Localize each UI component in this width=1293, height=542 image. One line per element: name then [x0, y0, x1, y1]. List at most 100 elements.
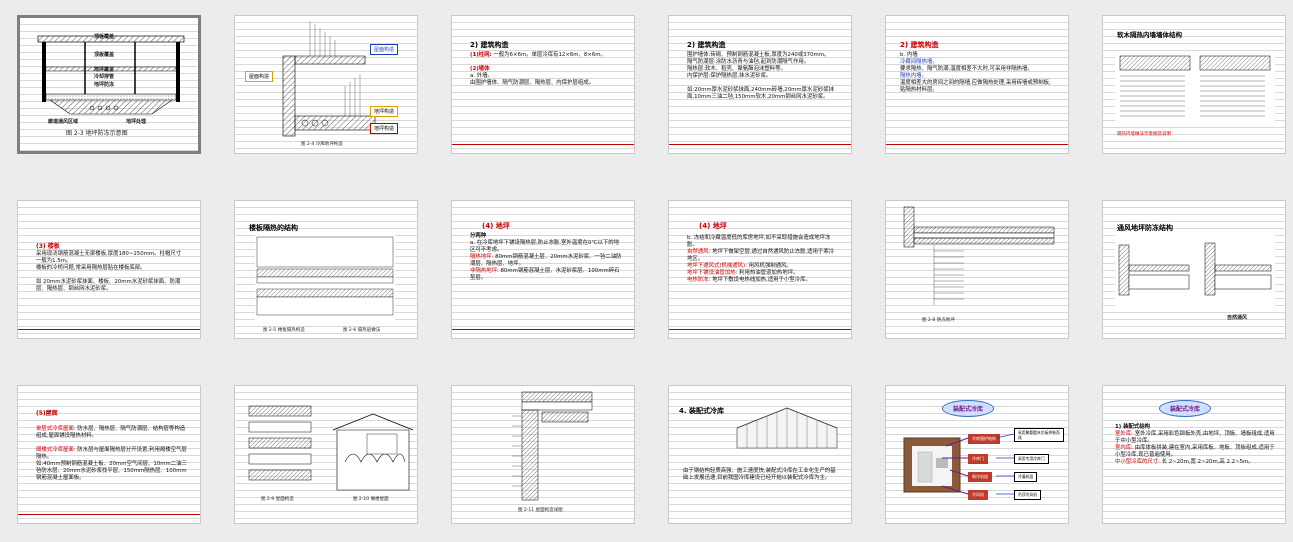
callout-roof-left: 屋面构造 [245, 71, 274, 82]
slide-note: 隔热内墙做法示意图及说明 [1117, 132, 1171, 137]
figure-caption-1: 图 2-5 楼板隔热构造 [263, 328, 305, 333]
svg-text:.: . [313, 19, 314, 23]
slide-thumbnail-9[interactable]: (4) 地坪 分两种 a. 在冷库地坪下铺设隔热层,防止冻胀,室外温度在0℃以下… [451, 200, 635, 339]
slide-thumbnail-4[interactable]: 2) 建筑构造 围护墙体:砖砌、预制钢筋混凝土板,厚度为240或370mm。 隔… [668, 15, 852, 154]
diagram-label-roof: 顶板覆盖 [94, 52, 115, 58]
prefab-warehouse-illustration [736, 407, 838, 449]
component-desc-3: 冷凝机组 [1014, 472, 1038, 482]
body-text-3: 如 20mm水泥砂浆抹面、楼板、20mm水泥砂浆抹面、防潮层、隔热层、钢丝网水泥… [36, 279, 181, 292]
slide-thumbnail-17[interactable]: 装配式冷库 冷库围护结构 冷库门 制冷机组 冷风机 采用聚氨酯夹芯板拼装而成 采… [885, 385, 1069, 524]
slide-thumbnail-1[interactable]: 顶板覆盖 顶板覆盖 冷却排管 地坪防冻 地坪覆盖 廊道通风区域 地坪处理 图 2… [17, 15, 201, 154]
slide-heading: 2) 建筑构造 [470, 41, 509, 49]
body-text-1: 室外冷库,采用彩色钢板外壳,由地坪、顶板、墙板组成,适用于中小型冷库。 [1115, 431, 1275, 444]
figure-caption-1: 图 2-9 屋面构造 [261, 497, 294, 502]
body-text-2: 隔气防潮层:涂防水沥青与油毡,起到防潮隔气作用。 [687, 59, 810, 65]
component-label-2: 冷库门 [968, 454, 988, 464]
body-text-1: 采用现浇钢筋混凝土无梁楼板,厚度180~250mm。柱帽尺寸一般为1.5m。 [36, 251, 182, 264]
floor-insulation-diagram [255, 235, 395, 325]
slide-body: 单层式冷库屋面: 防水层、隔热层、隔气防潮层、结构层等构造组成,屋面铺设隔热材料… [36, 426, 188, 482]
figure-caption: 自然通风 [1227, 315, 1248, 321]
slide-heading: 楼板隔热的结构 [249, 224, 298, 232]
body-text-1: 一般为6×6m。单层冷库有12×6m、8×6m。 [493, 52, 606, 58]
slide-heading: (5)屋面 [36, 410, 58, 417]
body-text-1: 要求隔热、隔气防潮,温度相差不大时,可采用非隔热墙。 [900, 66, 1033, 72]
slide-heading: 装配式冷库 [942, 400, 995, 417]
body-text-2: 地坪下做架空层,通过自然通风防止冻胀,适用于寒冷地区。 [687, 249, 835, 262]
slide-heading: (4) 地坪 [699, 222, 727, 230]
body-label-3: 中小型冷库的尺寸: [1115, 459, 1160, 465]
body-text-3: 用风机强制通风。 [748, 263, 792, 269]
callout-floor-right: 地坪构造 [370, 106, 399, 117]
slide-thumbnail-7[interactable]: (3) 楼板 采用现浇钢筋混凝土无梁楼板,厚度180~250mm。柱帽尺寸一般为… [17, 200, 201, 339]
slide-heading: 2) 建筑构造 [900, 41, 939, 49]
slide-caption: 图 2-4 冷库地坪构造 [301, 142, 343, 147]
body-subheading: b. 内墙 [900, 52, 918, 58]
body-subheading: 分两种 [470, 233, 487, 239]
body-text-5: 如:20mm厚水泥砂浆抹面,240mm砖墙,20mm厚水泥砂浆抹面,10mm三油… [687, 87, 835, 100]
diagram-label-floor: 地坪防冻 [94, 82, 115, 88]
body-label-5: 电热防冻: [687, 277, 711, 283]
component-label-3: 制冷机组 [968, 472, 992, 482]
slide-footer-line [18, 329, 200, 330]
body-label-3: 地坪下通风式(机械通风): [687, 263, 747, 269]
slide-thumbnail-15[interactable]: 图 2-11 屋面构造详图 [451, 385, 635, 524]
body-label-3: 非隔热地坪: [470, 268, 499, 274]
body-text-3: 隔热层:软木、稻壳、聚氨酯泡沫塑料等。 [687, 66, 786, 72]
slide-thumbnail-18[interactable]: 装配式冷库 1) 装配式结构 室外库: 室外冷库,采用彩色钢板外壳,由地坪、顶板… [1102, 385, 1286, 524]
callout-floor-right-2: 地坪构造 [370, 123, 399, 134]
body-text-2: 由库体板拼装,建在室内,采用库板、地板、顶板组成,适用于小型冷库,现已普遍使用。 [1115, 445, 1275, 458]
component-desc-4: 吊顶冷风机 [1014, 490, 1041, 500]
slide-thumbnail-14[interactable]: 图 2-9 屋面构造 图 2-10 阁楼屋面 [234, 385, 418, 524]
slide-thumbnail-11[interactable]: 图 2-8 防冻地坪 [885, 200, 1069, 339]
figure-caption-2: 图 2-10 阁楼屋面 [353, 497, 389, 502]
roof-detail-diagram [512, 391, 593, 501]
body-text-4: 内保护层:保护隔热层,抹水泥砂浆。 [687, 73, 772, 79]
slide-body: (1)柱网: 一般为6×6m。单层冷库有12×6m、8×6m。 (2)墙体 a.… [470, 52, 620, 87]
slide-body: 采用现浇钢筋混凝土无梁楼板,厚度180~250mm。柱帽尺寸一般为1.5m。 楼… [36, 251, 186, 293]
body-text-2: 80mm钢筋混凝土层、20mm水泥砂浆、一毡二油防潮层、隔热层、地坪。 [470, 254, 622, 267]
body-text-2a: a. 外墙。 [470, 73, 493, 79]
body-label-2: (2)墙体 [470, 66, 490, 72]
component-label-4: 冷风机 [968, 490, 988, 500]
slide-thumbnail-3[interactable]: 2) 建筑构造 (1)柱网: 一般为6×6m。单层冷库有12×6m、8×6m。 … [451, 15, 635, 154]
slide-heading: 2) 建筑构造 [687, 41, 726, 49]
slide-thumbnail-5[interactable]: 2) 建筑构造 b. 内墙 冷藏间隔热墙。 要求隔热、隔气防潮,温度相差不大时,… [885, 15, 1069, 154]
slide-footer-line [886, 144, 1068, 145]
diagram-label-treatment: 地坪处理 [126, 119, 147, 125]
body-label-2: 室内库: [1115, 445, 1133, 451]
slide-heading: 通风地坪防冻结构 [1117, 224, 1173, 232]
slide-heading: 4. 装配式冷库 [679, 407, 724, 415]
body-label-1: 冷藏间隔热墙。 [900, 59, 938, 65]
slide-footer-line [452, 329, 634, 330]
body-text-2b: 由围护墙体、隔气防潮层、隔热层、内保护层组成。 [470, 80, 594, 86]
diagram-label-top: 顶板覆盖 [94, 34, 115, 40]
slide-footer-line [18, 514, 200, 515]
slide-thumbnail-13[interactable]: (5)屋面 单层式冷库屋面: 防水层、隔热层、隔气防潮层、结构层等构造组成,屋面… [17, 385, 201, 524]
slide-thumbnail-12[interactable]: 通风地坪防冻结构 自然通风 [1102, 200, 1286, 339]
body-text-4: 利用热油管道加热地坪。 [739, 270, 799, 276]
slide-thumbnail-8[interactable]: 楼板隔热的结构 图 2-5 楼板隔热构造 图 2-6 隔热层做法 [234, 200, 418, 339]
body-label-2: 隔热地坪: [470, 254, 494, 260]
antifreeze-floor-diagram [903, 206, 1055, 305]
slide-footer-line [669, 329, 851, 330]
slide-footer-line [452, 144, 634, 145]
diagram-label-pipes: 冷却排管 [94, 74, 115, 80]
slide-body: 分两种 a. 在冷库地坪下铺设隔热层,防止冻胀,室外温度在0℃以下的地区可不考虑… [470, 233, 622, 282]
body-text-3: 长 2~20m,宽 2~20m,高 2.2~5m。 [1161, 459, 1254, 465]
body-text-1: b. 冻结和冷藏温度低的库房地坪,如不采取措施会造成地坪冻胀。 [687, 235, 831, 248]
slide-thumbnail-16[interactable]: 4. 装配式冷库 由于钢结构轻质高强、施工速度快,装配式冷库在工业化生产的基础上… [668, 385, 852, 524]
component-desc-1: 采用聚氨酯夹芯板拼装而成 [1014, 428, 1064, 442]
slide-body: 由于钢结构轻质高强、施工速度快,装配式冷库在工业化生产的基础上发展迅速,目前我国… [683, 468, 841, 482]
slide-heading: 装配式冷库 [1159, 400, 1212, 417]
body-text-3: 如:40mm预制钢筋混凝土板、20mm空气间层、10mm二油三毡防水层、20mm… [36, 461, 187, 481]
body-label-2: 自然通风: [687, 249, 711, 255]
slide-heading: (3) 楼板 [36, 243, 60, 250]
body-text-1: 由于钢结构轻质高强、施工速度快,装配式冷库在工业化生产的基础上发展迅速,目前我国… [683, 468, 836, 481]
slide-thumbnail-2[interactable]: . 屋面构造 屋面构造 地坪构造 地坪构造 图 2-4 冷库地坪构造 [234, 15, 418, 154]
ventilated-floor-diagram [1115, 235, 1275, 310]
slide-body: 围护墙体:砖砌、预制钢筋混凝土板,厚度为240或370mm。 隔气防潮层:涂防水… [687, 52, 837, 101]
slide-thumbnail-6[interactable]: 软木隔热内墙墙体结构 隔热内墙做法示意图及说明 [1102, 15, 1286, 154]
body-label-2: 隔热内墙。 [900, 73, 927, 79]
figure-caption: 图 2-8 防冻地坪 [922, 318, 955, 323]
slide-thumbnail-10[interactable]: (4) 地坪 b. 冻结和冷藏温度低的库房地坪,如不采取措施会造成地坪冻胀。 自… [668, 200, 852, 339]
